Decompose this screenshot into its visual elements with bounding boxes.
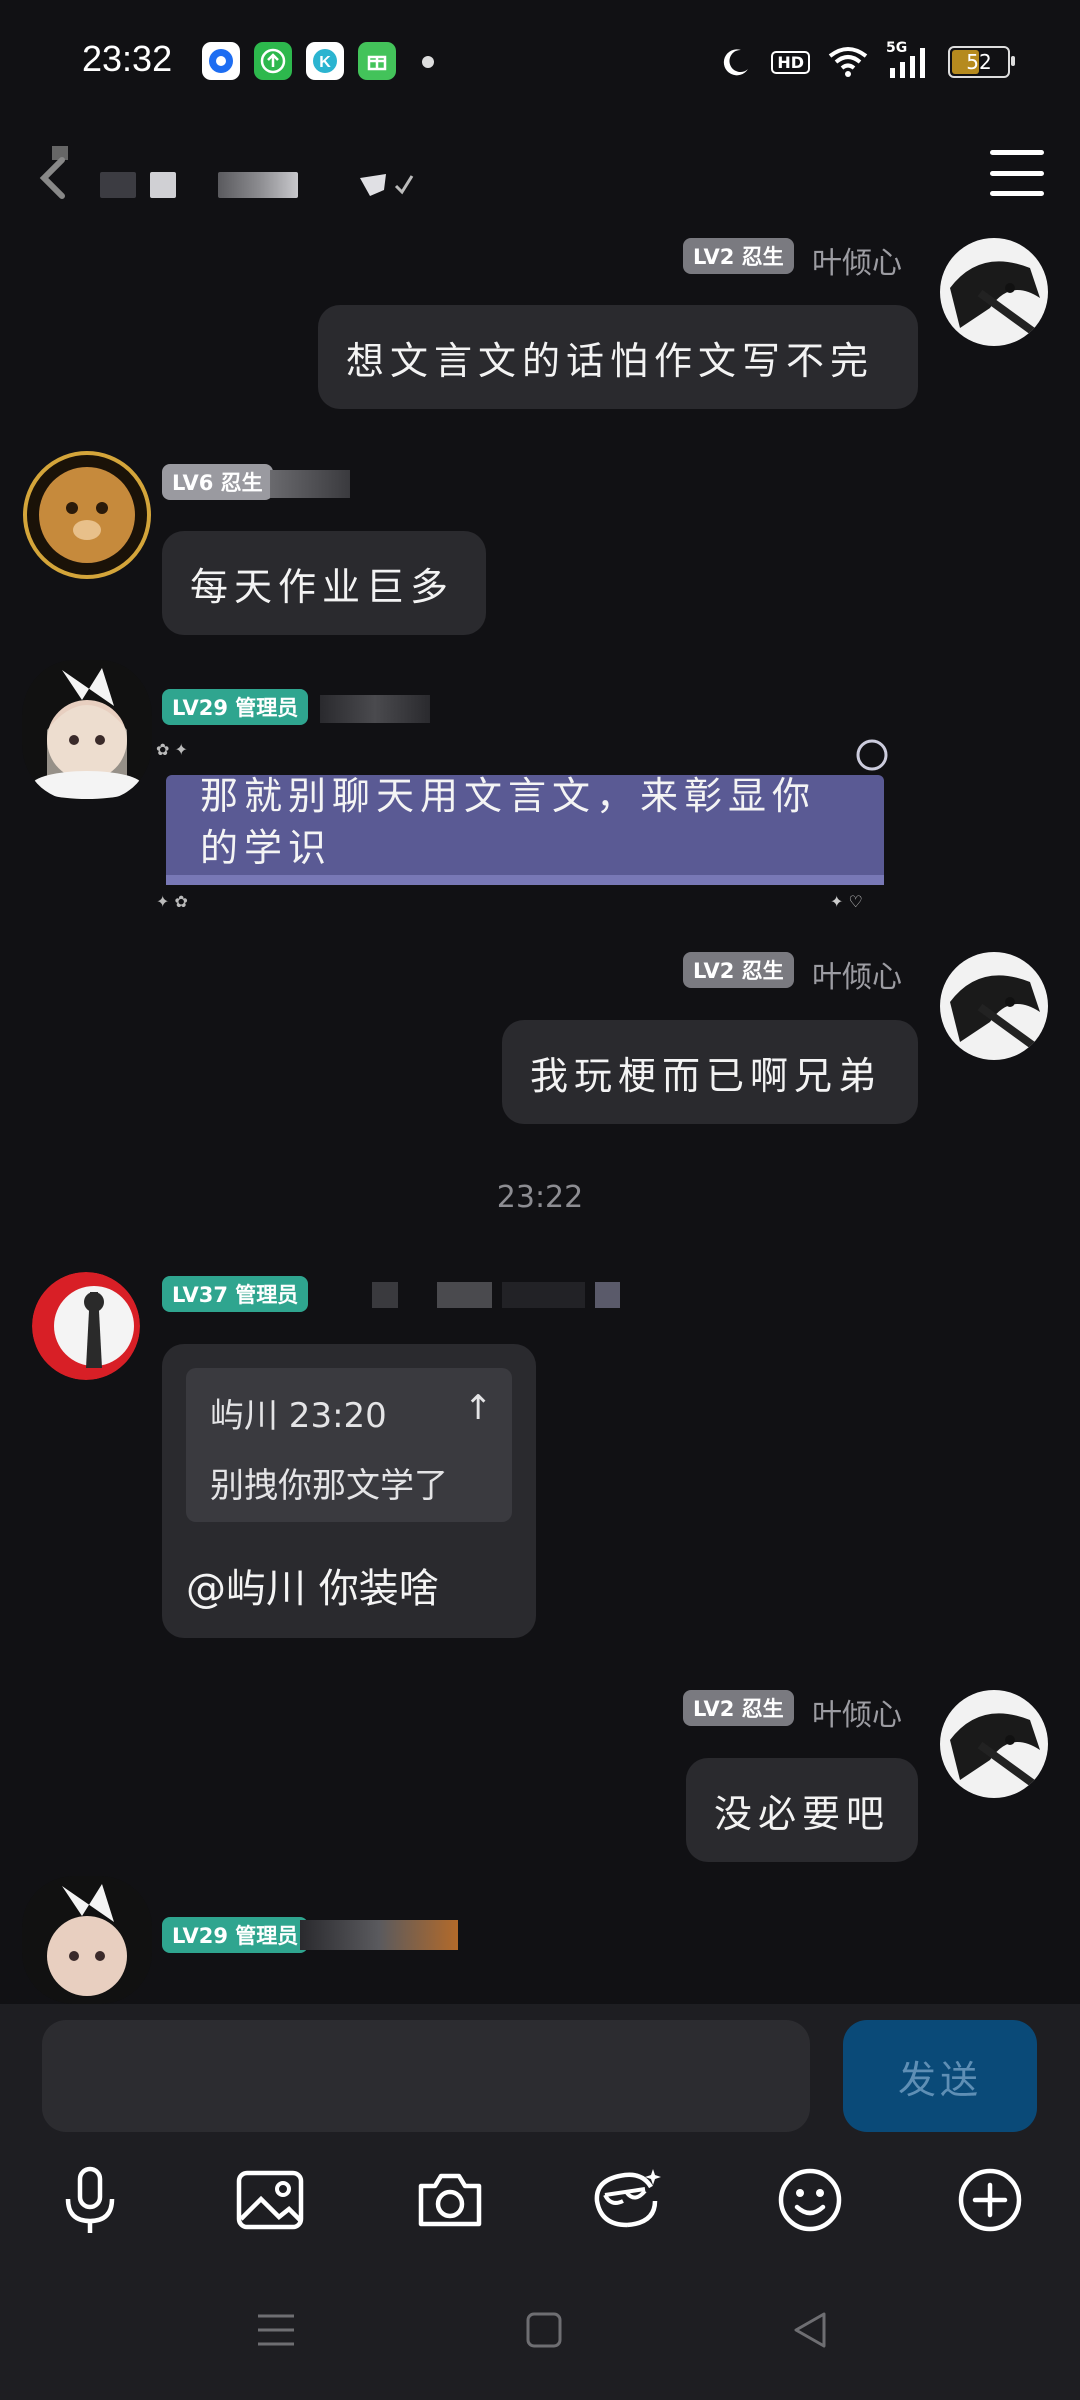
message-bubble[interactable]: 我玩梗而已啊兄弟 bbox=[502, 1020, 918, 1124]
sender-name[interactable]: 叶倾心 bbox=[812, 1690, 902, 1734]
status-icons: HD 5G 52 bbox=[719, 40, 1015, 84]
svg-text:✦ ✿: ✦ ✿ bbox=[156, 892, 188, 911]
emoji-icon bbox=[778, 2168, 842, 2232]
message-text: 那就别聊天用文言文，来彰显你 bbox=[200, 774, 817, 818]
status-time: 23:32 bbox=[82, 38, 173, 79]
message-text: 的学识 bbox=[200, 826, 333, 870]
svg-text:K: K bbox=[319, 54, 331, 71]
back-nav-icon bbox=[794, 2312, 826, 2348]
message-bubble[interactable]: 每天作业巨多 bbox=[162, 531, 486, 635]
home-nav-icon bbox=[526, 2312, 562, 2348]
sender-name[interactable]: 叶倾心 bbox=[812, 952, 902, 996]
app-blue-icon bbox=[202, 42, 240, 80]
back-button[interactable] bbox=[32, 140, 92, 210]
sender-name[interactable]: 叶倾心 bbox=[812, 238, 902, 282]
avatar[interactable] bbox=[22, 1876, 152, 2004]
wifi-icon bbox=[828, 47, 868, 77]
time-separator: 23:22 bbox=[496, 1180, 584, 1215]
avatar[interactable] bbox=[32, 1272, 140, 1380]
message-bubble[interactable]: 屿川 23:20 ↑ 别拽你那文学了 @屿川 你装啥 bbox=[162, 1344, 536, 1638]
moon-icon bbox=[724, 49, 749, 76]
app-green-upload-icon bbox=[254, 42, 292, 80]
group-title bbox=[100, 170, 416, 200]
avatar[interactable] bbox=[22, 450, 152, 580]
camera-button[interactable] bbox=[410, 2160, 490, 2240]
chevron-left-icon bbox=[39, 146, 68, 199]
voice-button[interactable] bbox=[50, 2160, 130, 2240]
emoji-button[interactable] bbox=[770, 2160, 850, 2240]
sender-name-redacted bbox=[320, 695, 430, 723]
sticker-icon bbox=[594, 2169, 661, 2228]
svg-text:✿ ✦: ✿ ✦ bbox=[156, 740, 188, 759]
app-k-icon: K bbox=[306, 42, 344, 80]
message-text: 我玩梗而已啊兄弟 bbox=[530, 1053, 883, 1098]
send-button[interactable]: 发送 bbox=[843, 2020, 1037, 2132]
level-badge: LV2 忍生 bbox=[683, 952, 794, 988]
battery-percent: 52 bbox=[966, 50, 992, 74]
hd-badge: HD bbox=[771, 50, 810, 74]
message-bubble[interactable]: 想文言文的话怕作文写不完 bbox=[318, 305, 918, 409]
plus-icon bbox=[958, 2168, 1022, 2232]
hamburger-menu-icon bbox=[990, 150, 1044, 155]
message-text: 每天作业巨多 bbox=[190, 564, 455, 609]
sticker-button[interactable] bbox=[588, 2160, 668, 2240]
camera-icon bbox=[418, 2173, 482, 2227]
quote-header: 屿川 23:20 bbox=[210, 1396, 387, 1436]
image-button[interactable] bbox=[230, 2160, 310, 2240]
avatar[interactable] bbox=[940, 1690, 1048, 1798]
notification-dot bbox=[422, 56, 434, 68]
level-badge: LV37 管理员 bbox=[162, 1276, 309, 1312]
app-green-gift-icon bbox=[358, 42, 396, 80]
microphone-icon bbox=[65, 2166, 115, 2233]
verified-badge-icon bbox=[360, 174, 414, 196]
svg-text:✦ ♡: ✦ ♡ bbox=[830, 892, 863, 911]
message-bubble[interactable]: 那就别聊天用文言文，来彰显你 的学识 bbox=[200, 770, 860, 874]
message-input[interactable] bbox=[42, 2020, 810, 2132]
level-badge: LV2 忍生 bbox=[683, 1690, 794, 1726]
nav-home-button[interactable] bbox=[514, 2300, 574, 2360]
nav-menu-button[interactable] bbox=[246, 2300, 306, 2360]
message-text: 想文言文的话怕作文写不完 bbox=[346, 338, 875, 383]
level-badge: LV6 忍生 bbox=[162, 464, 273, 500]
message-text: @屿川 你装啥 bbox=[186, 1566, 439, 1612]
quote-card[interactable]: 屿川 23:20 ↑ 别拽你那文学了 bbox=[186, 1368, 512, 1522]
avatar[interactable] bbox=[940, 952, 1048, 1060]
level-badge: LV29 管理员 bbox=[162, 689, 309, 725]
signal-icon: 5G bbox=[886, 40, 930, 80]
more-button[interactable] bbox=[950, 2160, 1030, 2240]
level-badge: LV2 忍生 bbox=[683, 238, 794, 274]
quote-text: 别拽你那文学了 bbox=[210, 1466, 448, 1506]
nav-back-button[interactable] bbox=[780, 2300, 840, 2360]
sender-name-redacted bbox=[372, 1282, 621, 1308]
sender-name-redacted bbox=[300, 1920, 458, 1950]
message-text: 没必要吧 bbox=[714, 1791, 891, 1836]
menu-button[interactable] bbox=[990, 150, 1044, 196]
avatar[interactable] bbox=[22, 660, 152, 800]
sender-name-redacted bbox=[270, 470, 350, 498]
menu-nav-icon bbox=[258, 2314, 294, 2346]
message-bubble[interactable]: 没必要吧 bbox=[686, 1758, 918, 1862]
image-icon bbox=[236, 2170, 304, 2230]
jump-to-quote-icon[interactable]: ↑ bbox=[464, 1388, 493, 1428]
battery-icon: 52 bbox=[948, 46, 1015, 78]
avatar[interactable] bbox=[940, 238, 1048, 346]
level-badge: LV29 管理员 bbox=[162, 1917, 309, 1953]
